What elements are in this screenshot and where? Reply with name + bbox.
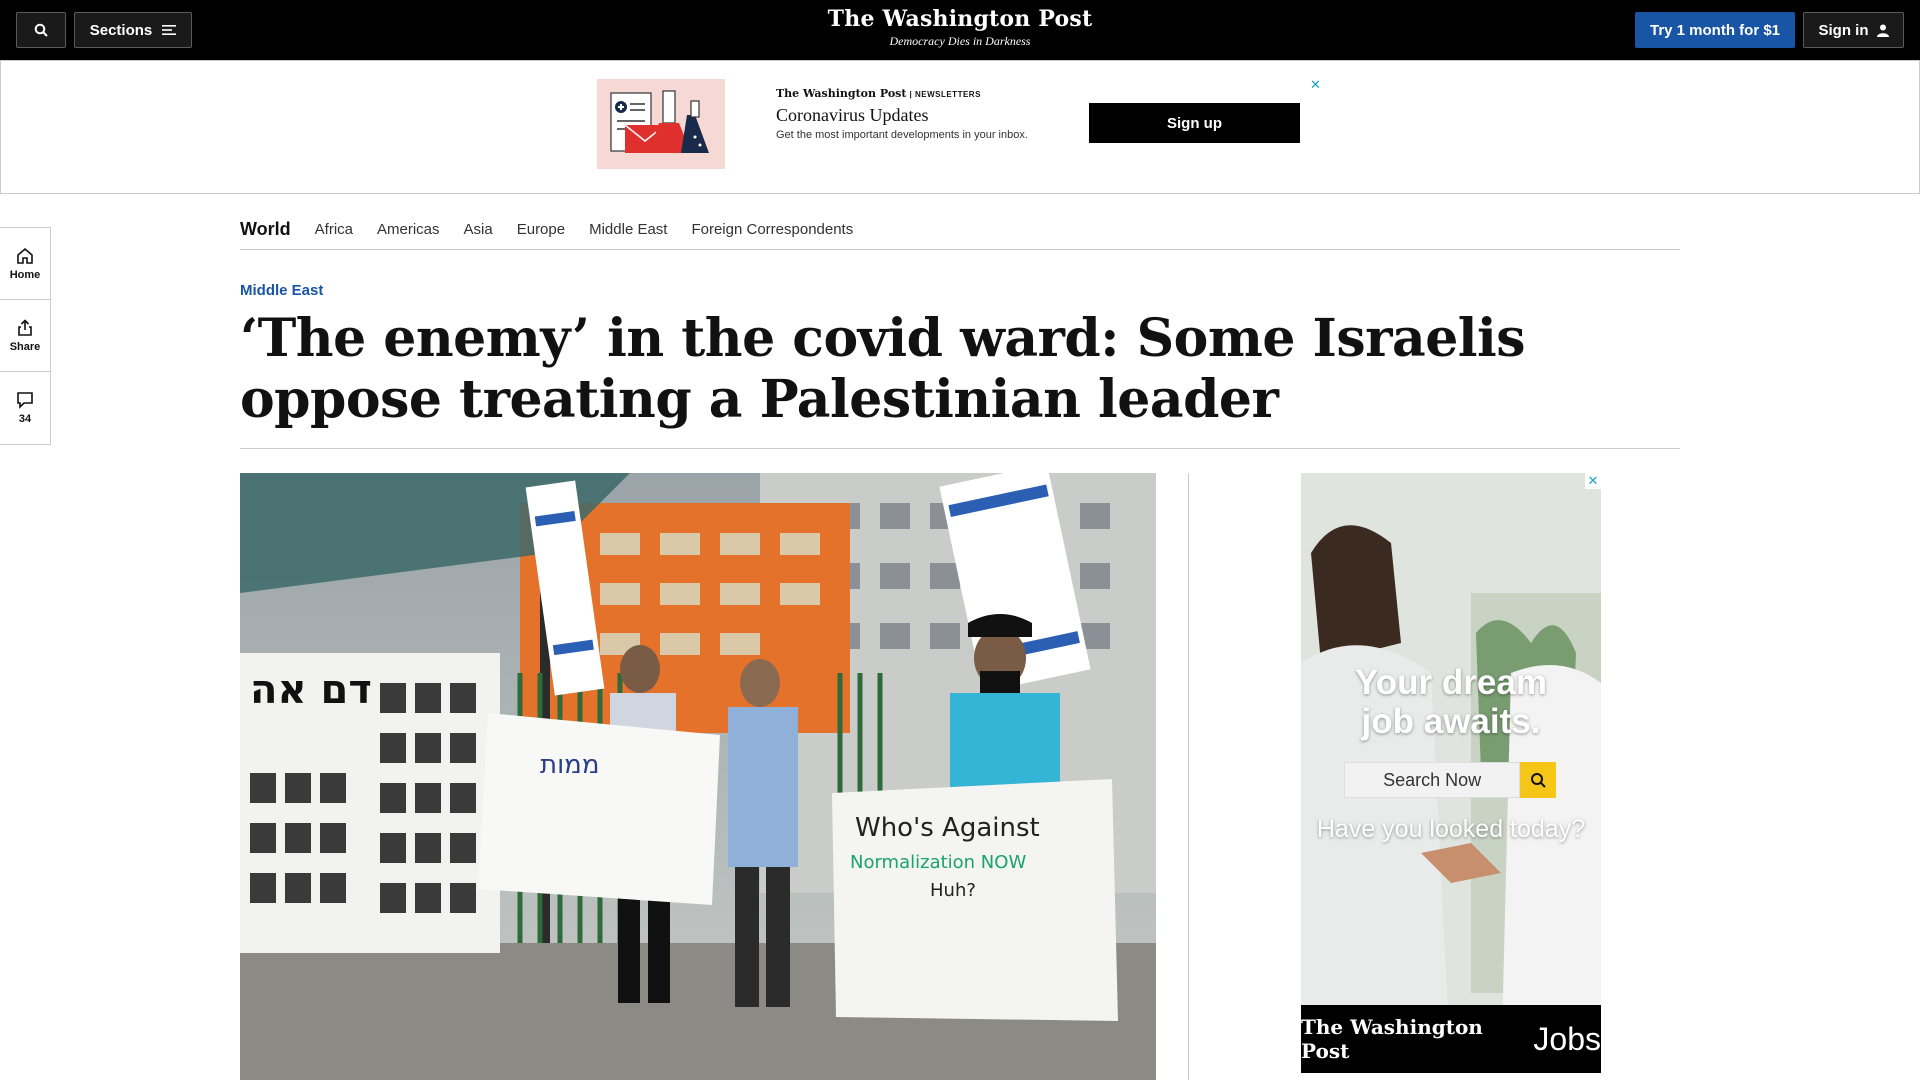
newsletter-brand-suffix: | NEWSLETTERS [909, 90, 981, 99]
subscribe-button[interactable]: Try 1 month for $1 [1635, 12, 1795, 48]
site-tagline: Democracy Dies in Darkness [889, 34, 1031, 48]
jobs-ad-title-line2: job awaits. [1361, 702, 1541, 741]
jobs-ad-footer-brand: The Washington Post [1301, 1015, 1483, 1063]
sign-right-line1: Who's Against [855, 813, 1040, 843]
search-icon [34, 23, 48, 37]
jobs-ad-footer: The Washington Post Jobs [1301, 1005, 1601, 1073]
sign-right-line2: Normalization NOW [850, 852, 1026, 873]
jobs-ad[interactable]: ✕ Your dream job awaits. Search Now Have… [1301, 473, 1601, 1073]
jobs-ad-search[interactable]: Search Now [1344, 762, 1556, 798]
banner-hebrew-text: דם אה [250, 667, 372, 713]
top-bar: Sections The Washington Post Democracy D… [0, 0, 1920, 60]
column-divider [1188, 473, 1189, 1080]
newsletter-banner-ad: The Washington Post | NEWSLETTERS Corona… [0, 60, 1920, 194]
sign-in-label: Sign in [1818, 21, 1869, 39]
newsletter-description: Get the most important developments in y… [776, 129, 1028, 141]
comments-count: 34 [18, 413, 32, 425]
sign-right-line3: Huh? [930, 880, 976, 901]
site-logo[interactable]: The Washington Post [760, 6, 1160, 32]
newsletter-brand: The Washington Post | NEWSLETTERS [776, 87, 981, 100]
nav-link-americas[interactable]: Americas [377, 221, 440, 238]
home-button[interactable]: Home [0, 228, 50, 300]
home-icon [17, 247, 33, 264]
home-label: Home [9, 268, 41, 281]
nav-link-foreign-correspondents[interactable]: Foreign Correspondents [691, 221, 853, 238]
share-label: Share [9, 340, 41, 353]
jobs-ad-title: Your dream job awaits. [1301, 663, 1601, 741]
sign-in-button[interactable]: Sign in [1803, 12, 1904, 48]
comment-icon [17, 392, 33, 409]
search-button[interactable] [16, 12, 66, 48]
article-headline: ‘The enemy’ in the covid ward: Some Isra… [240, 308, 1526, 430]
sign-left-text: ממות [540, 750, 600, 780]
sections-label: Sections [89, 21, 153, 39]
article-lead-photo: דם אה ממות Who's Against Normalization N… [240, 473, 1156, 1080]
jobs-ad-search-button[interactable] [1520, 762, 1556, 798]
nav-link-africa[interactable]: Africa [315, 221, 353, 238]
nav-link-middle-east[interactable]: Middle East [589, 221, 667, 238]
section-nav: World Africa Americas Asia Europe Middle… [240, 210, 1680, 250]
nav-link-europe[interactable]: Europe [517, 221, 565, 238]
sections-button[interactable]: Sections [74, 12, 192, 48]
jobs-ad-close-icon[interactable]: ✕ [1585, 473, 1601, 489]
search-icon [1531, 773, 1546, 788]
jobs-ad-title-line1: Your dream [1355, 663, 1547, 702]
left-action-rail: Home Share 34 [0, 227, 51, 445]
comments-button[interactable]: 34 [0, 372, 50, 444]
user-icon [1876, 24, 1889, 37]
jobs-ad-search-input[interactable]: Search Now [1344, 762, 1521, 798]
ad-close-icon[interactable]: ✕ [1310, 78, 1322, 91]
article-kicker[interactable]: Middle East [240, 282, 323, 299]
newsletter-signup-button[interactable]: Sign up [1089, 103, 1300, 143]
jobs-ad-subtitle: Have you looked today? [1316, 815, 1586, 843]
hamburger-icon [162, 25, 177, 35]
nav-link-asia[interactable]: Asia [464, 221, 493, 238]
jobs-ad-footer-label: Jobs [1533, 1020, 1601, 1057]
share-button[interactable]: Share [0, 300, 50, 372]
section-title-world[interactable]: World [240, 219, 291, 240]
newsletter-illustration [597, 79, 725, 169]
newsletter-brand-name: The Washington Post [776, 87, 907, 100]
headline-divider [240, 448, 1680, 449]
masthead[interactable]: The Washington Post Democracy Dies in Da… [760, 6, 1160, 49]
share-icon [18, 318, 32, 336]
newsletter-title: Coronavirus Updates [776, 105, 929, 125]
